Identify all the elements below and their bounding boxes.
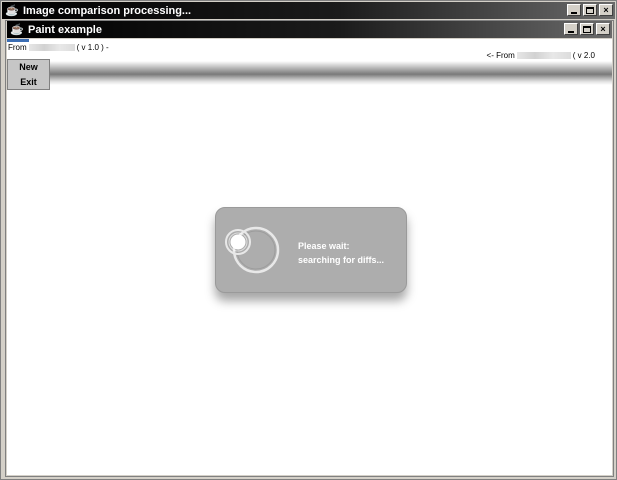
popup-menu: New Exit [7, 59, 50, 90]
outer-minimize-button[interactable] [567, 4, 581, 16]
close-icon: × [600, 23, 606, 34]
inner-maximize-button[interactable] [580, 23, 594, 35]
wait-message-status: searching for diffs... [298, 255, 385, 265]
outer-window: ☕ Image comparison processing... × ☕ Pai… [0, 0, 617, 480]
java-cup-icon: ☕ [10, 24, 24, 36]
spinner-icon [225, 226, 280, 274]
outer-maximize-button[interactable] [583, 4, 597, 16]
maximize-icon [583, 25, 591, 33]
inner-close-button[interactable]: × [596, 23, 610, 35]
outer-window-title: Image comparison processing... [23, 4, 192, 17]
wait-message-title: Please wait: [298, 241, 350, 251]
inner-window: ☕ Paint example × From ( v 1.0 ) - <- Fr… [5, 20, 614, 477]
inner-window-controls: × [564, 23, 610, 35]
java-cup-icon: ☕ [5, 5, 19, 17]
outer-close-button[interactable]: × [599, 4, 613, 16]
close-icon: × [603, 4, 609, 15]
minimize-icon [568, 30, 574, 33]
menu-item-new[interactable]: New [8, 60, 49, 75]
menu-selection-marker [7, 39, 29, 42]
left-version-text: ( v 1.0 ) - [76, 43, 109, 52]
right-source-label: <- From ( v 2.0 [487, 51, 595, 60]
inner-window-title: Paint example [28, 23, 102, 36]
outer-title-bar[interactable]: ☕ Image comparison processing... × [2, 2, 615, 19]
redacted-name [28, 44, 75, 51]
maximize-icon [586, 6, 594, 14]
menu-item-exit[interactable]: Exit [8, 75, 49, 90]
wait-dialog: Please wait: searching for diffs... [215, 207, 407, 293]
left-source-label: From ( v 1.0 ) - [8, 43, 109, 52]
right-from-text: <- From [486, 51, 515, 60]
inner-minimize-button[interactable] [564, 23, 578, 35]
header-divider [7, 61, 612, 85]
left-from-text: From [8, 43, 27, 52]
minimize-icon [571, 11, 577, 14]
redacted-name [516, 52, 571, 59]
outer-window-controls: × [567, 4, 613, 16]
inner-title-bar[interactable]: ☕ Paint example × [7, 21, 612, 38]
right-version-text: ( v 2.0 [572, 51, 595, 60]
